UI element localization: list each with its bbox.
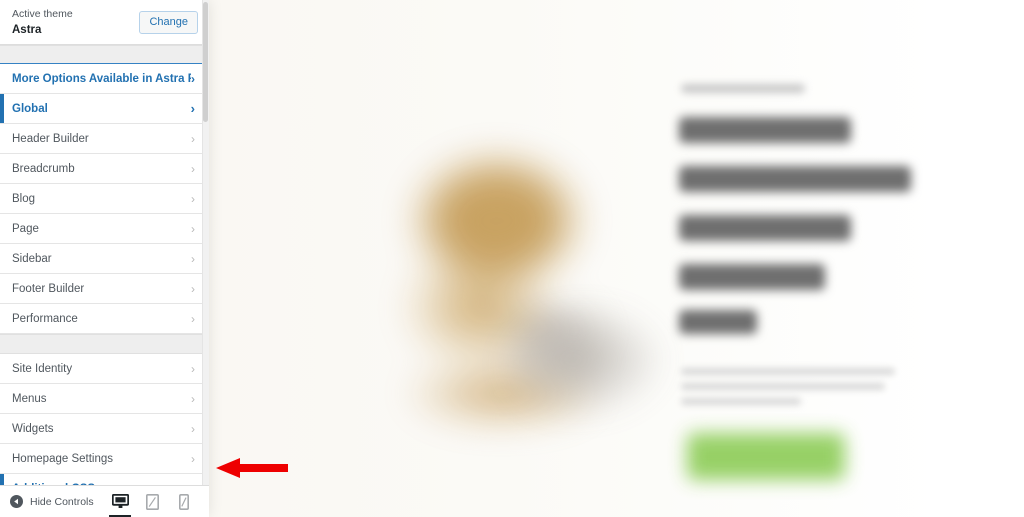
sidebar-item-label: Homepage Settings bbox=[12, 452, 114, 465]
annotation-arrow-icon bbox=[216, 458, 288, 478]
preview-heading-line bbox=[679, 310, 757, 334]
customizer-screen: Active theme Astra Change More Options A… bbox=[0, 0, 1024, 517]
sidebar-item-label: Widgets bbox=[12, 422, 54, 435]
sidebar-item-label: Sidebar bbox=[12, 252, 52, 265]
preview-heading-line bbox=[679, 264, 825, 290]
preview-cta-button[interactable] bbox=[687, 433, 845, 480]
sidebar-item-footer-builder[interactable]: Footer Builder › bbox=[0, 274, 209, 304]
chevron-right-icon: › bbox=[191, 281, 195, 296]
chevron-right-icon: › bbox=[191, 361, 195, 376]
preview-eyebrow-line bbox=[681, 84, 805, 93]
sidebar-item-label: Site Identity bbox=[12, 362, 73, 375]
chevron-right-icon: › bbox=[191, 251, 195, 266]
preview-heading-line bbox=[679, 166, 911, 192]
sidebar-scrollbar[interactable] bbox=[202, 0, 209, 485]
chevron-right-icon: › bbox=[191, 311, 195, 326]
chevron-right-icon: › bbox=[191, 161, 195, 176]
sidebar-item-label: Header Builder bbox=[12, 132, 89, 145]
preview-paragraph-line bbox=[681, 383, 885, 390]
sidebar-item-astra-pro[interactable]: More Options Available in Astra Pro! › bbox=[0, 64, 209, 94]
customizer-sidebar: Active theme Astra Change More Options A… bbox=[0, 0, 209, 517]
chevron-right-icon: › bbox=[191, 221, 195, 236]
chevron-right-icon: › bbox=[191, 71, 195, 86]
customizer-footer: Hide Controls bbox=[0, 485, 209, 517]
sidebar-scrollbar-thumb[interactable] bbox=[203, 2, 208, 122]
sidebar-item-blog[interactable]: Blog › bbox=[0, 184, 209, 214]
sidebar-item-label: Menus bbox=[12, 392, 47, 405]
section-separator-middle bbox=[0, 334, 209, 354]
sidebar-item-global[interactable]: Global › bbox=[0, 94, 209, 124]
preview-paragraph-line bbox=[681, 398, 801, 405]
preview-heading-line bbox=[679, 215, 851, 241]
tablet-preview-icon[interactable] bbox=[143, 490, 161, 514]
chevron-right-icon: › bbox=[191, 131, 195, 146]
chevron-right-icon: › bbox=[191, 421, 195, 436]
collapse-icon bbox=[10, 495, 23, 508]
chevron-right-icon: › bbox=[190, 101, 195, 116]
preview-paragraph-line bbox=[681, 368, 895, 375]
section-separator-top bbox=[0, 45, 209, 64]
sidebar-item-label: Footer Builder bbox=[12, 282, 85, 295]
sidebar-item-sidebar[interactable]: Sidebar › bbox=[0, 244, 209, 274]
sidebar-item-widgets[interactable]: Widgets › bbox=[0, 414, 209, 444]
preview-heading-line bbox=[679, 117, 851, 143]
preview-hero-image-shadow bbox=[509, 310, 669, 420]
sidebar-item-label: Global bbox=[12, 102, 48, 115]
sidebar-item-breadcrumb[interactable]: Breadcrumb › bbox=[0, 154, 209, 184]
sidebar-item-label: Page bbox=[12, 222, 39, 235]
hide-controls-label: Hide Controls bbox=[30, 495, 94, 508]
sidebar-item-menus[interactable]: Menus › bbox=[0, 384, 209, 414]
chevron-right-icon: › bbox=[191, 191, 195, 206]
active-theme-header: Active theme Astra Change bbox=[0, 0, 209, 45]
sidebar-item-page[interactable]: Page › bbox=[0, 214, 209, 244]
sidebar-item-homepage-settings[interactable]: Homepage Settings › bbox=[0, 444, 209, 474]
change-theme-button[interactable]: Change bbox=[139, 11, 198, 34]
site-preview-pane[interactable] bbox=[209, 0, 1024, 517]
chevron-right-icon: › bbox=[191, 451, 195, 466]
chevron-right-icon: › bbox=[191, 391, 195, 406]
sidebar-item-label: More Options Available in Astra Pro! bbox=[12, 72, 191, 85]
sidebar-item-label: Performance bbox=[12, 312, 78, 325]
sidebar-item-label: Breadcrumb bbox=[12, 162, 75, 175]
hide-controls-button[interactable]: Hide Controls bbox=[10, 495, 94, 508]
sidebar-item-label: Blog bbox=[12, 192, 36, 205]
sidebar-item-performance[interactable]: Performance › bbox=[0, 304, 209, 334]
mobile-preview-icon[interactable] bbox=[175, 490, 193, 514]
sidebar-item-site-identity[interactable]: Site Identity › bbox=[0, 354, 209, 384]
preview-canvas bbox=[209, 0, 939, 517]
desktop-preview-icon[interactable] bbox=[109, 490, 131, 517]
device-preview-switcher bbox=[109, 490, 199, 517]
sidebar-item-header-builder[interactable]: Header Builder › bbox=[0, 124, 209, 154]
